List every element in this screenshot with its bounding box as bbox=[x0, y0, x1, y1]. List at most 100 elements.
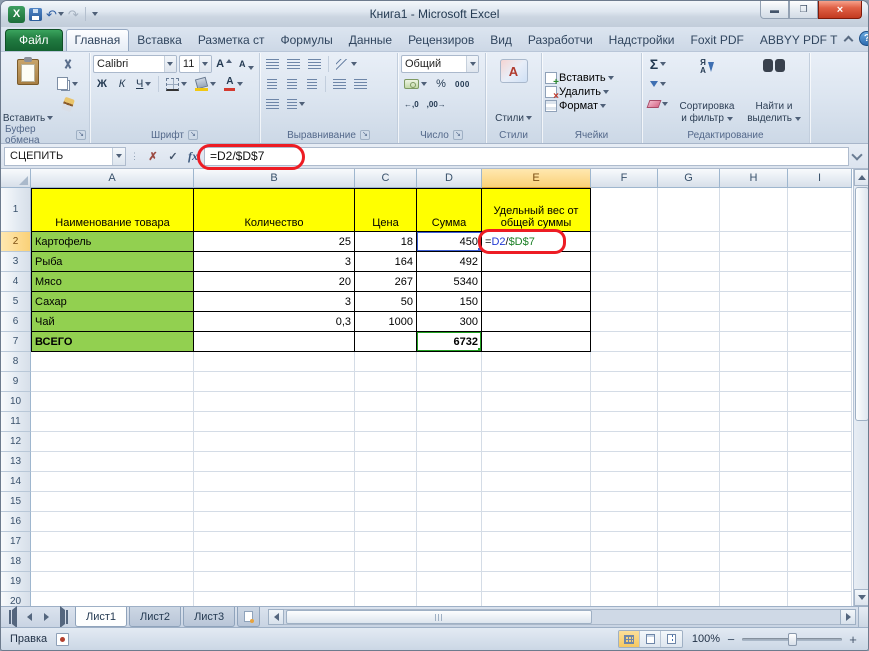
cell-E11[interactable] bbox=[482, 412, 591, 432]
cell-H14[interactable] bbox=[720, 472, 788, 492]
row-header-19[interactable]: 19 bbox=[1, 572, 31, 592]
number-format-select[interactable]: Общий bbox=[401, 55, 479, 73]
cell-E10[interactable] bbox=[482, 392, 591, 412]
cell-I2[interactable] bbox=[788, 232, 852, 252]
cell-G7[interactable] bbox=[658, 332, 720, 352]
cell-D11[interactable] bbox=[417, 412, 482, 432]
cell-A7[interactable]: ВСЕГО bbox=[31, 332, 194, 352]
cell-E8[interactable] bbox=[482, 352, 591, 372]
cell-H11[interactable] bbox=[720, 412, 788, 432]
row-header-17[interactable]: 17 bbox=[1, 532, 31, 552]
cell-G18[interactable] bbox=[658, 552, 720, 572]
cell-B15[interactable] bbox=[194, 492, 355, 512]
paste-button[interactable]: Вставить bbox=[3, 55, 54, 128]
dialog-launcher-icon[interactable] bbox=[452, 130, 463, 140]
cell-F3[interactable] bbox=[591, 252, 658, 272]
excel-app-icon[interactable]: X bbox=[8, 5, 25, 23]
row-header-13[interactable]: 13 bbox=[1, 452, 31, 472]
cell-B10[interactable] bbox=[194, 392, 355, 412]
decrease-decimal-button[interactable]: ,00→ bbox=[424, 95, 449, 113]
cell-A2[interactable]: Картофель bbox=[31, 232, 194, 252]
font-family-select[interactable]: Calibri bbox=[93, 55, 177, 73]
cell-G9[interactable] bbox=[658, 372, 720, 392]
cell-E9[interactable] bbox=[482, 372, 591, 392]
zoom-in-button[interactable]: + bbox=[847, 633, 859, 646]
cell-H17[interactable] bbox=[720, 532, 788, 552]
cell-I4[interactable] bbox=[788, 272, 852, 292]
cell-I17[interactable] bbox=[788, 532, 852, 552]
cell-B6[interactable]: 0,3 bbox=[194, 312, 355, 332]
expand-formula-bar-icon[interactable] bbox=[851, 148, 863, 161]
wrap-text-button[interactable] bbox=[263, 95, 282, 113]
scroll-left-button[interactable] bbox=[268, 609, 285, 625]
cell-F20[interactable] bbox=[591, 592, 658, 606]
cell-A1[interactable]: Наименование товара bbox=[31, 188, 194, 232]
cell-F5[interactable] bbox=[591, 292, 658, 312]
next-sheet-button[interactable] bbox=[39, 610, 54, 625]
cell-A14[interactable] bbox=[31, 472, 194, 492]
cell-B2[interactable]: 25 bbox=[194, 232, 355, 252]
cell-F8[interactable] bbox=[591, 352, 658, 372]
cell-H6[interactable] bbox=[720, 312, 788, 332]
insert-function-button[interactable]: fx bbox=[184, 147, 202, 165]
ribbon-tab-abbyy-pdf[interactable]: ABBYY PDF T bbox=[752, 30, 846, 51]
cell-F1[interactable] bbox=[591, 188, 658, 232]
row-header-7[interactable]: 7 bbox=[1, 332, 31, 352]
cell-E6[interactable] bbox=[482, 312, 591, 332]
cell-D14[interactable] bbox=[417, 472, 482, 492]
ribbon-tab-file[interactable]: Файл bbox=[5, 29, 63, 51]
cell-C6[interactable]: 1000 bbox=[355, 312, 417, 332]
cell-D8[interactable] bbox=[417, 352, 482, 372]
cell-I11[interactable] bbox=[788, 412, 852, 432]
cell-A5[interactable]: Сахар bbox=[31, 292, 194, 312]
redo-button[interactable]: ↷ bbox=[68, 8, 79, 21]
help-icon[interactable]: ? bbox=[859, 31, 868, 46]
formula-input[interactable]: =D2/$D$7 bbox=[197, 143, 849, 170]
column-header-F[interactable]: F bbox=[591, 169, 658, 188]
autosum-button[interactable]: Σ bbox=[645, 55, 671, 73]
bold-button[interactable]: Ж bbox=[93, 75, 111, 93]
minimize-button[interactable]: ▬ bbox=[760, 1, 789, 19]
undo-button[interactable]: ↶ bbox=[46, 8, 64, 21]
cell-F9[interactable] bbox=[591, 372, 658, 392]
row-header-6[interactable]: 6 bbox=[1, 312, 31, 332]
grow-font-button[interactable]: А bbox=[214, 55, 235, 73]
cell-E20[interactable] bbox=[482, 592, 591, 606]
cell-A11[interactable] bbox=[31, 412, 194, 432]
name-box-dropdown[interactable] bbox=[112, 147, 125, 165]
cell-B17[interactable] bbox=[194, 532, 355, 552]
cell-C13[interactable] bbox=[355, 452, 417, 472]
cell-B7[interactable] bbox=[194, 332, 355, 352]
orientation-button[interactable] bbox=[333, 55, 360, 73]
cell-F11[interactable] bbox=[591, 412, 658, 432]
cell-H5[interactable] bbox=[720, 292, 788, 312]
cell-G6[interactable] bbox=[658, 312, 720, 332]
row-header-9[interactable]: 9 bbox=[1, 372, 31, 392]
insert-worksheet-button[interactable] bbox=[237, 607, 261, 627]
cell-D12[interactable] bbox=[417, 432, 482, 452]
view-normal-button[interactable] bbox=[619, 631, 640, 647]
cell-E2[interactable]: = D2/$D$7 bbox=[478, 229, 591, 254]
minimize-ribbon-icon[interactable] bbox=[843, 35, 854, 45]
cell-H8[interactable] bbox=[720, 352, 788, 372]
zoom-out-button[interactable]: − bbox=[725, 633, 737, 646]
cell-D1[interactable]: Сумма bbox=[417, 188, 482, 232]
ribbon-tab-home[interactable]: Главная bbox=[65, 29, 130, 51]
cell-B9[interactable] bbox=[194, 372, 355, 392]
ribbon-tab-insert[interactable]: Вставка bbox=[129, 30, 190, 51]
vertical-scrollbar[interactable] bbox=[853, 169, 868, 606]
cell-C10[interactable] bbox=[355, 392, 417, 412]
cell-B18[interactable] bbox=[194, 552, 355, 572]
cell-A16[interactable] bbox=[31, 512, 194, 532]
align-right-button[interactable] bbox=[303, 75, 321, 93]
cell-E3[interactable] bbox=[482, 252, 591, 272]
scroll-down-button[interactable] bbox=[854, 589, 868, 606]
font-color-button[interactable]: А bbox=[221, 75, 246, 93]
cell-D17[interactable] bbox=[417, 532, 482, 552]
cell-C12[interactable] bbox=[355, 432, 417, 452]
accounting-format-button[interactable] bbox=[401, 75, 430, 93]
cell-I10[interactable] bbox=[788, 392, 852, 412]
ribbon-tab-foxit-pdf[interactable]: Foxit PDF bbox=[683, 30, 752, 51]
column-header-D[interactable]: D bbox=[417, 169, 482, 188]
close-button[interactable]: × bbox=[818, 1, 862, 19]
